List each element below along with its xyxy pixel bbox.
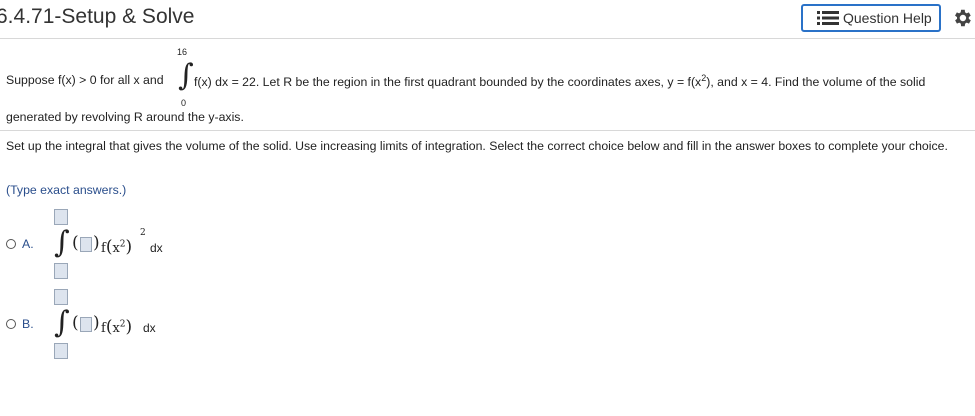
choice-a-radio[interactable]: A. [6,237,34,251]
choice-a-expression: f(x2) [101,237,133,257]
choice-b-expression: f(x2) [101,317,133,337]
upper-limit: 16 [177,47,188,57]
choice-a-outer-exponent: 2 [140,228,146,238]
close-paren: ) [93,313,100,333]
question-body: f(x) dx = 22. Let R be the region in the… [194,73,926,90]
page-title: 6.4.71-Setup & Solve [0,5,195,28]
choice-b-label: B. [22,317,34,331]
close-paren: ) [93,233,100,253]
choice-b-coefficient-box[interactable] [80,317,92,332]
radio-icon [6,319,16,329]
integral-sign: ∫ [178,58,194,93]
choice-a-coefficient-box[interactable] [80,237,92,252]
choice-b-lower-limit-box[interactable] [54,343,68,359]
list-icon [817,11,839,25]
open-paren: ( [72,233,79,253]
choice-b-upper-limit-box[interactable] [54,289,68,305]
question-help-button[interactable]: Question Help [801,4,941,32]
question-help-label: Question Help [843,10,932,26]
integral-sign: ∫ [54,305,70,340]
integral-sign: ∫ [54,225,70,260]
lower-limit: 0 [181,98,187,108]
open-paren: ( [72,313,79,333]
instructions: Set up the integral that gives the volum… [6,139,948,153]
header-bar: 6.4.71-Setup & Solve Question Help [0,0,975,39]
choice-a-lower-limit-box[interactable] [54,263,68,279]
choice-a-dx: dx [150,241,163,255]
question-intro: Suppose f(x) > 0 for all x and [6,73,164,87]
choice-b-radio[interactable]: B. [6,317,34,331]
question-line2: generated by revolving R around the y-ax… [6,110,244,124]
choice-b-dx: dx [143,321,156,335]
choice-a-upper-limit-box[interactable] [54,209,68,225]
type-exact-hint: (Type exact answers.) [6,183,127,197]
choice-a-label: A. [22,237,34,251]
radio-icon [6,239,16,249]
gear-icon[interactable] [951,7,973,29]
divider [0,130,975,131]
